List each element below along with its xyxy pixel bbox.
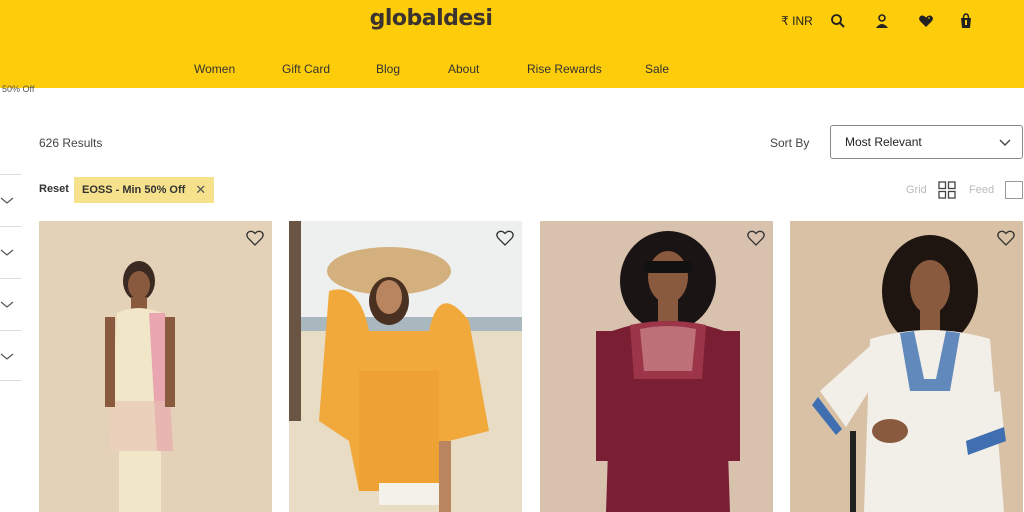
site-logo[interactable]: globaldesi	[0, 6, 862, 31]
product-image[interactable]	[289, 221, 522, 512]
sidebar-filter-row[interactable]	[0, 278, 21, 330]
nav-blog[interactable]: Blog	[376, 62, 400, 76]
close-icon[interactable]: ✕	[195, 182, 206, 198]
search-icon[interactable]	[830, 10, 846, 32]
nav-rise-rewards[interactable]: Rise Rewards	[527, 62, 602, 76]
sort-dropdown[interactable]: Most Relevant	[830, 125, 1023, 159]
currency-selector[interactable]: ₹ INR	[776, 10, 818, 32]
product-card[interactable]	[790, 221, 1023, 512]
product-card[interactable]	[289, 221, 522, 512]
product-image[interactable]	[790, 221, 1023, 512]
site-header: globaldesi ₹ INR Women Gift Card Blog Ab…	[0, 0, 1024, 88]
heart-outline-icon[interactable]	[747, 230, 765, 246]
nav-sale[interactable]: Sale	[645, 62, 669, 76]
chevron-down-icon	[0, 249, 14, 256]
sidebar-filter-row[interactable]	[0, 330, 21, 381]
heart-outline-icon[interactable]	[997, 230, 1015, 246]
view-feed-label[interactable]: Feed	[969, 184, 994, 196]
chevron-down-icon	[0, 301, 14, 308]
sidebar-filter-row[interactable]	[0, 226, 21, 278]
active-filter-chip: EOSS - Min 50% Off ✕	[74, 177, 215, 203]
feed-view-icon[interactable]	[1005, 181, 1023, 199]
reset-filters-button[interactable]: Reset	[39, 183, 69, 195]
chevron-down-icon	[0, 353, 14, 360]
chevron-down-icon	[0, 197, 14, 204]
chevron-down-icon	[999, 139, 1011, 146]
nav-gift-card[interactable]: Gift Card	[282, 62, 330, 76]
product-card[interactable]	[39, 221, 272, 512]
main-nav: Women Gift Card Blog About Rise Rewards …	[0, 62, 1024, 80]
promo-strip-text: 50% Off	[2, 84, 35, 94]
heart-outline-icon[interactable]	[496, 230, 514, 246]
nav-women[interactable]: Women	[194, 62, 235, 76]
heart-outline-icon[interactable]	[246, 230, 264, 246]
sidebar-filter-row[interactable]	[0, 174, 21, 226]
wishlist-heart-icon[interactable]	[918, 10, 934, 32]
header-actions: ₹ INR	[776, 10, 974, 32]
grid-view-icon[interactable]	[938, 181, 956, 199]
product-image[interactable]	[39, 221, 272, 512]
view-grid-label[interactable]: Grid	[906, 184, 927, 196]
shopping-bag-icon[interactable]	[958, 10, 974, 32]
nav-about[interactable]: About	[448, 62, 479, 76]
sort-selected-value: Most Relevant	[845, 135, 922, 149]
results-count: 626 Results	[39, 136, 103, 150]
filter-chip-label: EOSS - Min 50% Off	[82, 184, 186, 196]
user-icon[interactable]	[874, 10, 890, 32]
product-card[interactable]	[540, 221, 773, 512]
product-image[interactable]	[540, 221, 773, 512]
sort-label: Sort By	[770, 136, 810, 150]
